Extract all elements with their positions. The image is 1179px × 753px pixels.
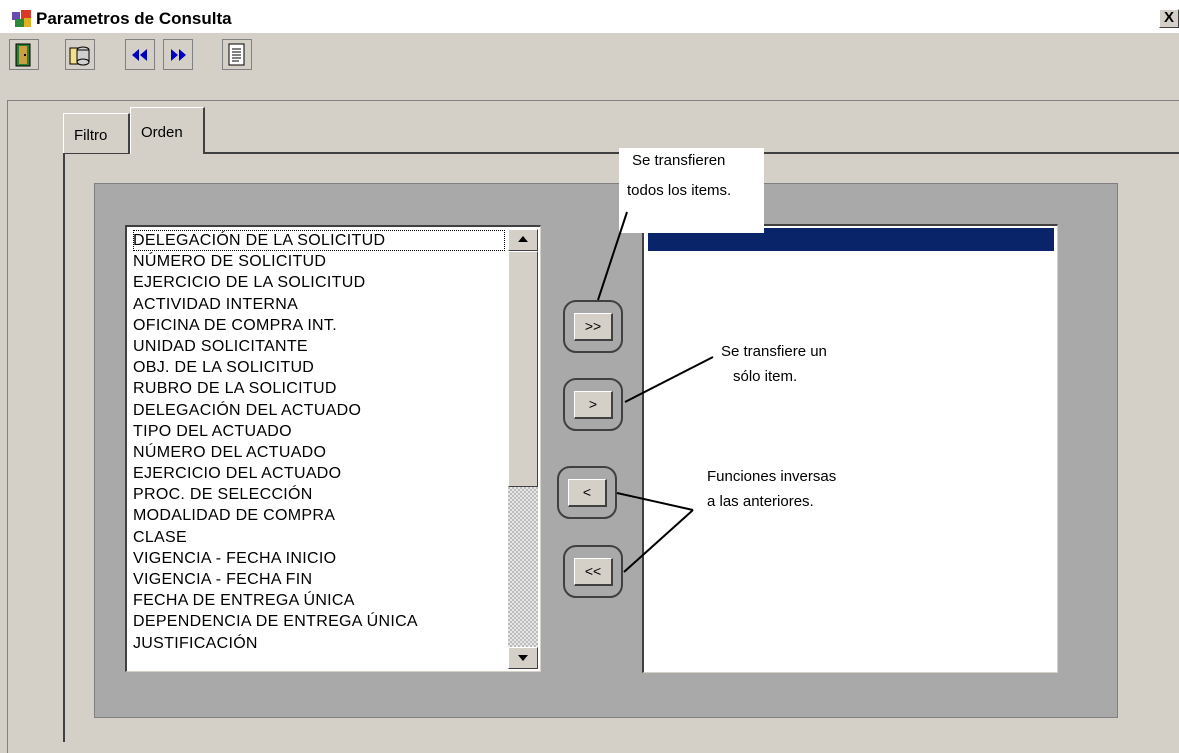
transfer-all-right-button[interactable]: >> xyxy=(574,313,613,341)
list-item[interactable]: EJERCICIO DE LA SOLICITUD xyxy=(133,272,505,293)
list-item[interactable]: FECHA DE ENTREGA ÚNICA xyxy=(133,590,505,611)
annotation-transfer-one-line1: Se transfiere un xyxy=(721,343,827,360)
annotation-transfer-one-line2: sólo item. xyxy=(733,368,798,385)
list-item[interactable]: MODALIDAD DE COMPRA xyxy=(133,505,505,526)
exit-button[interactable] xyxy=(9,39,39,70)
previous-icon xyxy=(132,49,147,61)
tab-filtro-label: Filtro xyxy=(74,127,108,144)
annotation-inverse-line1: Funciones inversas xyxy=(707,468,837,485)
query-button[interactable] xyxy=(65,39,95,70)
transfer-all-right-outline: >> xyxy=(563,300,623,353)
list-item[interactable]: CLASE xyxy=(133,527,505,548)
list-item[interactable]: DEPENDENCIA DE ENTREGA ÚNICA xyxy=(133,611,505,632)
app-icon xyxy=(12,10,31,27)
list-item[interactable]: VIGENCIA - FECHA INICIO xyxy=(133,548,505,569)
list-item[interactable]: PROC. DE SELECCIÓN xyxy=(133,484,505,505)
annotation-inverse-line2: a las anteriores. xyxy=(707,493,814,510)
tab-filtro[interactable]: Filtro xyxy=(63,113,130,153)
tab-orden-label: Orden xyxy=(141,124,183,141)
window-title: Parametros de Consulta xyxy=(36,9,232,28)
database-query-icon xyxy=(69,46,90,66)
tab-orden[interactable]: Orden xyxy=(130,107,205,154)
list-item[interactable]: TIPO DEL ACTUADO xyxy=(133,421,505,442)
transfer-one-left-outline: < xyxy=(557,466,617,519)
close-button[interactable]: X xyxy=(1159,9,1179,28)
exit-door-icon xyxy=(15,43,31,67)
list-item[interactable]: EJERCICIO DEL ACTUADO xyxy=(133,463,505,484)
list-item[interactable]: NÚMERO DE SOLICITUD xyxy=(133,251,505,272)
list-item[interactable]: VIGENCIA - FECHA FIN xyxy=(133,569,505,590)
scroll-thumb[interactable] xyxy=(508,251,538,487)
previous-button[interactable] xyxy=(125,39,155,70)
arrow-down-icon xyxy=(518,655,528,661)
annotation-transfer-all-line1: Se transfieren xyxy=(632,152,726,169)
scroll-down-button[interactable] xyxy=(508,647,538,669)
list-items: DELEGACIÓN DE LA SOLICITUD NÚMERO DE SOL… xyxy=(133,230,505,654)
list-item[interactable]: DELEGACIÓN DEL ACTUADO xyxy=(133,400,505,421)
next-button[interactable] xyxy=(163,39,193,70)
list-item[interactable]: OFICINA DE COMPRA INT. xyxy=(133,315,505,336)
list-item[interactable]: NÚMERO DEL ACTUADO xyxy=(133,442,505,463)
next-icon xyxy=(171,49,186,61)
scroll-up-button[interactable] xyxy=(508,229,538,251)
list-item[interactable]: DELEGACIÓN DE LA SOLICITUD xyxy=(133,230,505,252)
annotation-transfer-all-line2: todos los items. xyxy=(627,182,732,199)
toolbar xyxy=(0,33,1179,81)
list-item[interactable]: JUSTIFICACIÓN xyxy=(133,633,505,654)
list-item[interactable]: ACTIVIDAD INTERNA xyxy=(133,294,505,315)
transfer-one-right-outline: > xyxy=(563,378,623,431)
list-item[interactable]: UNIDAD SOLICITANTE xyxy=(133,336,505,357)
list-item[interactable]: RUBRO DE LA SOLICITUD xyxy=(133,378,505,399)
selected-fields-list[interactable] xyxy=(642,224,1058,673)
available-fields-list[interactable]: DELEGACIÓN DE LA SOLICITUD NÚMERO DE SOL… xyxy=(125,225,541,672)
report-button[interactable] xyxy=(222,39,252,70)
list-scrollbar[interactable] xyxy=(508,229,538,669)
transfer-all-left-button[interactable]: << xyxy=(574,558,613,586)
transfer-one-right-button[interactable]: > xyxy=(574,391,613,419)
transfer-all-left-outline: << xyxy=(563,545,623,598)
arrow-up-icon xyxy=(518,236,528,242)
list-item[interactable]: OBJ. DE LA SOLICITUD xyxy=(133,357,505,378)
report-document-icon xyxy=(228,43,245,66)
transfer-one-left-button[interactable]: < xyxy=(568,479,607,507)
